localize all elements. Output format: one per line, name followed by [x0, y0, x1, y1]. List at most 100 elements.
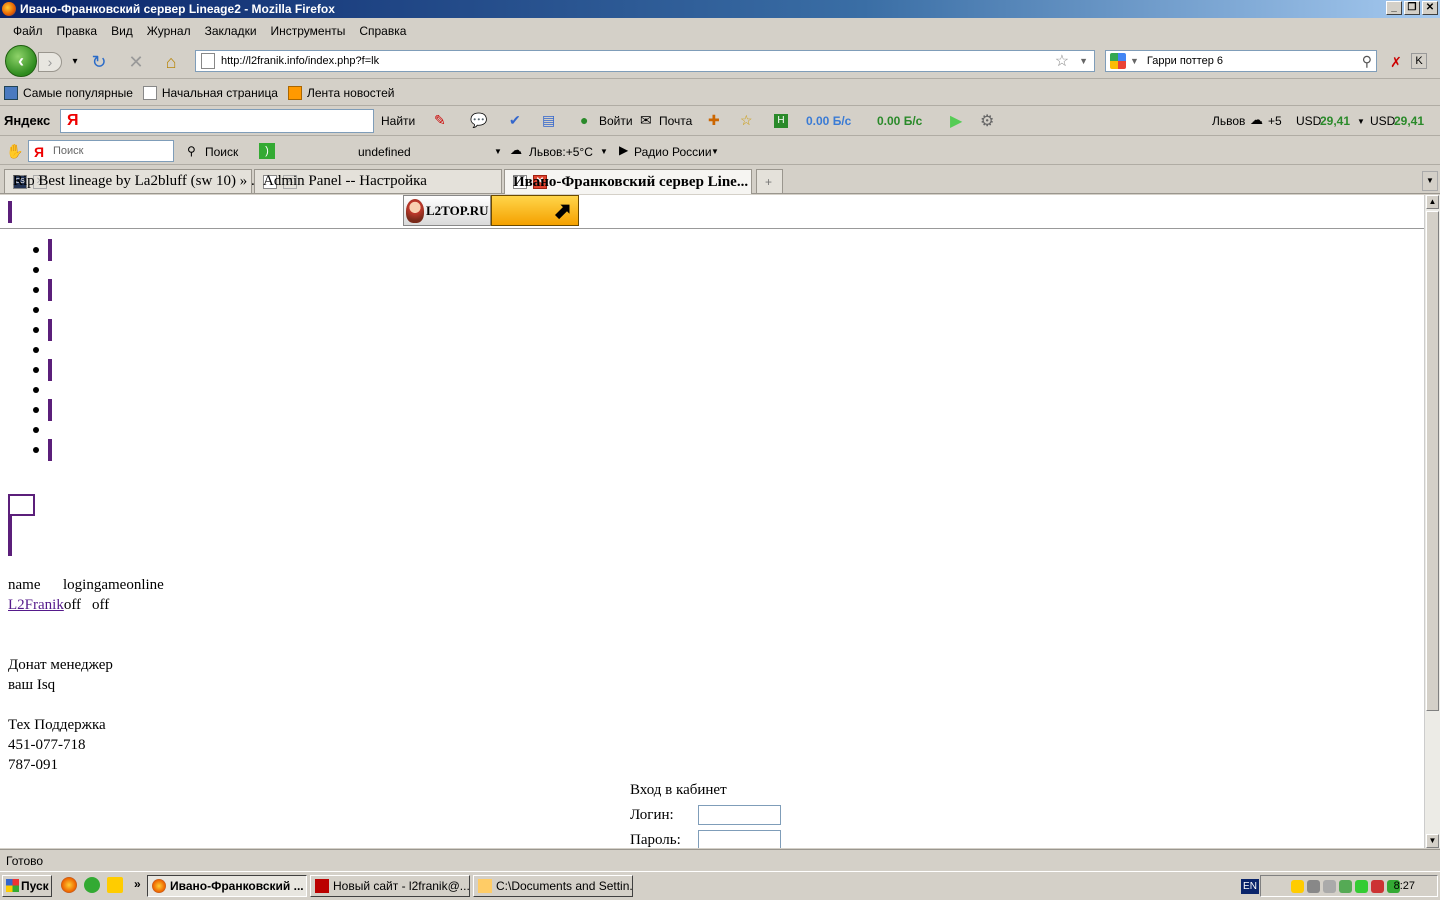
language-indicator[interactable]: EN: [1241, 879, 1259, 894]
menu-history[interactable]: Журнал: [140, 24, 198, 38]
radio-dropdown-icon[interactable]: ▼: [711, 147, 719, 156]
usd-label-2[interactable]: USD: [1370, 114, 1395, 128]
utorrent-quicklaunch-icon[interactable]: [84, 877, 100, 893]
history-dropdown-icon[interactable]: ▾: [64, 52, 86, 72]
usd-value-2[interactable]: 29,41: [1394, 114, 1424, 128]
close-button[interactable]: ✕: [1422, 1, 1438, 15]
list-item[interactable]: [33, 439, 66, 461]
list-item[interactable]: [33, 359, 66, 381]
addon-icon[interactable]: ✗: [1385, 52, 1407, 72]
more-quicklaunch-icon[interactable]: »: [134, 877, 141, 891]
google-icon[interactable]: [1110, 53, 1126, 69]
bookmark-star-icon[interactable]: ☆: [1055, 51, 1069, 71]
yandex-mail-button[interactable]: Почта: [659, 114, 692, 128]
tray-app-icon[interactable]: [1355, 880, 1368, 893]
usd-label-1[interactable]: USD: [1296, 114, 1321, 128]
usd-dropdown-icon[interactable]: ▼: [1357, 117, 1365, 126]
favorites-star-icon[interactable]: ☆: [740, 112, 753, 129]
toolbar-search-button[interactable]: Поиск: [205, 145, 238, 159]
speaker-icon[interactable]: [1323, 880, 1336, 893]
ati-icon[interactable]: [1371, 880, 1384, 893]
list-item[interactable]: [33, 239, 66, 261]
speech-icon[interactable]: 💬: [470, 112, 487, 129]
yandex-login-button[interactable]: Войти: [599, 114, 633, 128]
bookmarks-yandex-icon[interactable]: ✚: [708, 112, 720, 129]
plus-quicklaunch-icon[interactable]: [107, 877, 123, 893]
l2top-banner[interactable]: L2TOP.RU ⬈: [403, 195, 580, 226]
reload-icon[interactable]: ↻: [88, 52, 110, 72]
home-icon[interactable]: ⌂: [160, 52, 182, 72]
weather-dropdown-icon[interactable]: ▼: [600, 147, 608, 156]
tab-admin-panel[interactable]: Admin Panel -- Настройка ✕: [254, 169, 502, 193]
stop-icon[interactable]: ✕: [125, 52, 147, 72]
weather-temp[interactable]: +5: [1268, 114, 1282, 128]
rss-feed-icon[interactable]: ): [259, 143, 275, 159]
url-bar[interactable]: ☆ ▼: [195, 50, 1095, 72]
weather-widget[interactable]: Львов:+5°C: [529, 145, 593, 159]
bookmark-start-page[interactable]: Начальная страница: [142, 85, 278, 100]
yandex-find-button[interactable]: Найти: [381, 114, 415, 128]
url-input[interactable]: [221, 55, 1055, 67]
k-icon[interactable]: K: [1411, 53, 1427, 69]
translate-icon[interactable]: ▤: [542, 112, 555, 129]
menu-file[interactable]: Файл: [6, 24, 50, 38]
password-input[interactable]: [698, 830, 781, 848]
new-tab-button[interactable]: +: [756, 169, 783, 193]
tab-rip-best-lineage[interactable]: CS Rip Best lineage by La2bluff (sw 10) …: [4, 169, 262, 193]
menu-edit[interactable]: Правка: [50, 24, 105, 38]
tab-list-icon[interactable]: ▼: [1422, 171, 1438, 191]
taskbar-explorer[interactable]: C:\Documents and Settin...: [473, 875, 633, 897]
menu-view[interactable]: Вид: [104, 24, 140, 38]
list-item[interactable]: [33, 399, 66, 421]
play-icon[interactable]: ▶: [950, 111, 962, 131]
url-dropdown-icon[interactable]: ▼: [1079, 56, 1088, 66]
tray-help-icon[interactable]: [1291, 880, 1304, 893]
weather-city[interactable]: Львов: [1212, 114, 1245, 128]
radio-play-icon[interactable]: ▶: [619, 143, 628, 157]
traffic-icon[interactable]: Н: [774, 114, 788, 128]
yandex-logo[interactable]: Яндекс: [4, 113, 50, 128]
restore-button[interactable]: ❐: [1404, 1, 1420, 15]
menu-bookmarks[interactable]: Закладки: [198, 24, 264, 38]
scroll-up-icon[interactable]: ▲: [1426, 195, 1439, 209]
list-item[interactable]: [33, 279, 66, 301]
toolbar-search-input[interactable]: Я Поиск: [28, 140, 174, 162]
usd-value-1[interactable]: 29,41: [1320, 114, 1350, 128]
tab-ivano-frankivsk-server[interactable]: Ивано-Франковский сервер Line... ✕: [504, 169, 752, 194]
taskbar-filezilla[interactable]: Новый сайт - l2franik@...: [310, 875, 470, 897]
scroll-thumb[interactable]: [1426, 211, 1439, 711]
minimize-button[interactable]: _: [1386, 1, 1402, 15]
mail-icon[interactable]: ✉: [640, 112, 652, 129]
undefined-dropdown[interactable]: undefined: [358, 145, 411, 159]
bookmark-news-feed[interactable]: Лента новостей: [287, 85, 394, 100]
radio-widget[interactable]: Радио России: [634, 145, 712, 159]
engine-dropdown-icon[interactable]: ▼: [1130, 56, 1139, 66]
login-input[interactable]: [698, 805, 781, 825]
clock[interactable]: 8:27: [1394, 880, 1415, 892]
network-icon[interactable]: [1339, 880, 1352, 893]
menu-tools[interactable]: Инструменты: [264, 24, 353, 38]
search-input[interactable]: [1146, 55, 1362, 67]
spellcheck-icon[interactable]: ✔: [509, 112, 521, 129]
scroll-down-icon[interactable]: ▼: [1426, 834, 1439, 848]
forward-button[interactable]: ›: [38, 52, 62, 72]
search-bar[interactable]: ▼ ⚲: [1105, 50, 1377, 72]
bookmark-most-visited[interactable]: Самые популярные: [4, 85, 133, 100]
taskbar-firefox[interactable]: Ивано-Франковский ...: [147, 875, 307, 897]
search-icon[interactable]: ⚲: [1362, 53, 1372, 70]
yandex-search-input[interactable]: Я: [60, 109, 374, 133]
firefox-quicklaunch-icon[interactable]: [61, 877, 77, 893]
vertical-scrollbar[interactable]: ▲ ▼: [1424, 195, 1440, 848]
menu-help[interactable]: Справка: [352, 24, 413, 38]
dropdown-arrow-icon[interactable]: ▼: [494, 147, 502, 156]
server-name-link[interactable]: L2Franik: [8, 597, 64, 613]
hand-icon[interactable]: ✋: [6, 143, 23, 160]
list-item[interactable]: [33, 319, 66, 341]
upload-speed: 0.00 Б/с: [877, 114, 923, 128]
settings-gear-icon[interactable]: ⚙: [980, 111, 994, 131]
back-button[interactable]: ‹: [5, 45, 37, 77]
login-icon[interactable]: ●: [580, 112, 588, 128]
highlighter-icon[interactable]: ✎: [434, 112, 446, 129]
start-button[interactable]: Пуск: [2, 875, 52, 897]
volume-icon[interactable]: [1307, 880, 1320, 893]
